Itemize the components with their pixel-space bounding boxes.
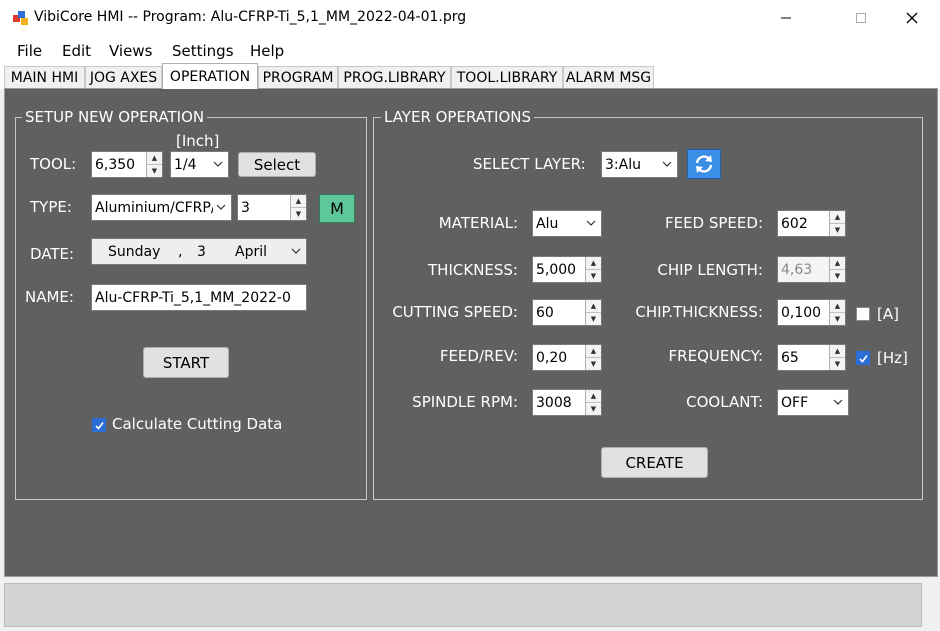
refresh-layer-button[interactable]	[687, 149, 721, 179]
chip-length-label: CHIP LENGTH:	[657, 261, 763, 279]
feed-rev-label: FEED/REV:	[439, 347, 518, 365]
tab-program[interactable]: PROGRAM	[258, 66, 338, 88]
calculate-cutting-data-label: Calculate Cutting Data	[112, 415, 283, 433]
name-input[interactable]: Alu-CFRP-Ti_5,1_MM_2022-0	[91, 284, 307, 311]
chevron-down-icon	[833, 399, 843, 405]
spindle-rpm-label: SPINDLE RPM:	[412, 393, 518, 411]
tool-spinner[interactable]: ▲ ▼	[146, 152, 162, 177]
cutting-speed-spinner[interactable]: ▲ ▼	[585, 300, 601, 325]
refresh-icon	[695, 155, 713, 173]
tab-alarm-msg[interactable]: ALARM MSG	[563, 66, 654, 88]
spindle-rpm-input[interactable]: 3008 ▲ ▼	[532, 389, 602, 416]
select-layer-label: SELECT LAYER:	[473, 155, 586, 173]
minimize-button[interactable]	[763, 0, 809, 36]
type-number-input[interactable]: 3 ▲ ▼	[237, 194, 307, 221]
frequency-input[interactable]: 65 ▲ ▼	[777, 344, 846, 371]
a-label: [A]	[877, 305, 899, 323]
coolant-select[interactable]: OFF	[777, 389, 849, 416]
thickness-input[interactable]: 5,000 ▲ ▼	[532, 256, 602, 283]
create-button[interactable]: CREATE	[601, 447, 708, 478]
tool-label: TOOL:	[30, 155, 77, 173]
tool-inch-select[interactable]: 1/4	[170, 151, 229, 178]
layer-group-title: LAYER OPERATIONS	[381, 108, 535, 126]
chip-length-spinner: ▲ ▼	[829, 257, 845, 282]
calculate-cutting-data-checkbox[interactable]	[92, 418, 106, 432]
coolant-label: COOLANT:	[686, 393, 763, 411]
feed-rev-spinner[interactable]: ▲ ▼	[585, 345, 601, 370]
start-button[interactable]: START	[143, 347, 229, 378]
chevron-down-icon	[216, 204, 226, 210]
checkmark-icon	[94, 421, 104, 430]
cutting-speed-label: CUTTING SPEED:	[392, 303, 518, 321]
chip-thickness-spinner[interactable]: ▲ ▼	[829, 300, 845, 325]
frequency-label: FREQUENCY:	[668, 347, 763, 365]
type-number-spinner[interactable]: ▲ ▼	[290, 195, 306, 220]
close-button[interactable]	[889, 0, 935, 36]
menu-settings[interactable]: Settings	[172, 42, 234, 60]
tab-jog-axes[interactable]: JOG AXES	[85, 66, 162, 88]
chip-length-input: 4,63 ▲ ▼	[777, 256, 846, 283]
app-icon	[13, 10, 29, 26]
checkmark-icon	[858, 354, 868, 363]
frequency-spinner[interactable]: ▲ ▼	[829, 345, 845, 370]
menu-file[interactable]: File	[17, 42, 42, 60]
feed-speed-input[interactable]: 602 ▲ ▼	[777, 210, 846, 237]
thickness-spinner[interactable]: ▲ ▼	[585, 257, 601, 282]
date-label: DATE:	[30, 245, 75, 263]
chevron-down-icon	[586, 220, 596, 226]
hz-label: [Hz]	[877, 349, 908, 367]
select-layer-select[interactable]: 3:Alu	[601, 151, 678, 178]
material-select[interactable]: Alu	[532, 210, 602, 237]
tab-operation[interactable]: OPERATION	[162, 63, 258, 89]
maximize-button[interactable]	[838, 0, 884, 36]
hz-checkbox[interactable]	[856, 351, 870, 365]
status-box	[4, 583, 922, 627]
tab-main-hmi[interactable]: MAIN HMI	[4, 66, 85, 88]
spindle-rpm-spinner[interactable]: ▲ ▼	[585, 390, 601, 415]
feed-speed-spinner[interactable]: ▲ ▼	[829, 211, 845, 236]
select-tool-button[interactable]: Select	[238, 152, 316, 177]
material-label: MATERIAL:	[438, 214, 518, 232]
chip-thickness-input[interactable]: 0,100 ▲ ▼	[777, 299, 846, 326]
m-button[interactable]: M	[319, 194, 355, 223]
cutting-speed-input[interactable]: 60 ▲ ▼	[532, 299, 602, 326]
chevron-down-icon	[662, 161, 672, 167]
type-label: TYPE:	[30, 198, 72, 216]
tab-prog-library[interactable]: PROG.LIBRARY	[338, 66, 451, 88]
tab-tool-library[interactable]: TOOL.LIBRARY	[451, 66, 563, 88]
chevron-down-icon	[291, 248, 301, 254]
menu-edit[interactable]: Edit	[62, 42, 91, 60]
date-picker[interactable]: Sunday , 3 April	[91, 238, 307, 265]
tool-input[interactable]: 6,350 ▲ ▼	[91, 151, 163, 178]
setup-group-title: SETUP NEW OPERATION	[22, 108, 208, 126]
thickness-label: THICKNESS:	[428, 261, 518, 279]
feed-speed-label: FEED SPEED:	[664, 214, 763, 232]
name-label: NAME:	[25, 288, 74, 306]
feed-rev-input[interactable]: 0,20 ▲ ▼	[532, 344, 602, 371]
menu-views[interactable]: Views	[109, 42, 152, 60]
chip-thickness-label: CHIP.THICKNESS:	[635, 303, 763, 321]
menu-help[interactable]: Help	[250, 42, 284, 60]
type-select[interactable]: Aluminium/CFRP/	[91, 194, 232, 221]
unit-label: [Inch]	[176, 132, 220, 150]
a-checkbox[interactable]	[856, 307, 870, 321]
window-title: VibiCore HMI -- Program: Alu-CFRP-Ti_5,1…	[34, 9, 467, 25]
chevron-down-icon	[213, 161, 223, 167]
